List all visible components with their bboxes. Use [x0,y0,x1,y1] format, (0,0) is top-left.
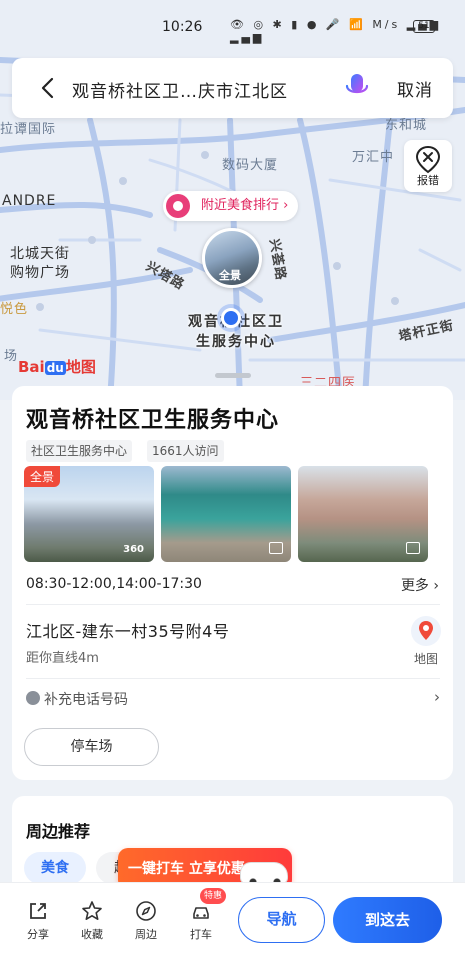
chevron-left-icon [41,77,54,99]
taxi-label: 打车 [190,928,212,941]
360-icon: 360 [123,544,144,555]
compass-icon [136,901,156,921]
panorama-tag: 全景 [219,269,241,282]
microphone-icon[interactable] [342,72,372,104]
camera-icon [406,542,420,554]
poi-title: 观音桥社区卫生服务中心 [26,408,280,433]
map-label: 拉谭国际 [0,122,57,137]
favorite-label: 收藏 [81,928,103,941]
map-label: 北城天街 [10,246,70,262]
net-speed: M/s [372,18,401,31]
category-tag: 社区卫生服务中心 [26,440,133,462]
go-here-button[interactable]: 到这去 [333,897,442,943]
chip-food[interactable]: 美食 [24,852,86,884]
taxi-discount-badge: 特惠 [200,888,227,904]
status-time: 10:26 [162,19,203,35]
panorama-tag: 全景 [24,466,61,487]
baidu-map-logo: Bai du 地图 [18,358,96,376]
opening-hours: 08:30-12:00,14:00-17:30 [26,576,202,592]
map-label: 万汇中 [352,150,395,165]
nearby-button[interactable]: 周边 [126,900,166,942]
taxi-button[interactable]: 打车 [181,900,221,942]
favorite-button[interactable]: 收藏 [72,900,112,942]
map-label: 购物广场 [10,265,70,281]
poi-photo-panorama[interactable]: 全景 360 [24,466,154,562]
phone-icon [26,691,40,705]
status-bar: 10:26 👁 ◎ ✱ ▮ ● 🎤 📶 M/s ▂▄▆ ▂▄▆ 51 [0,0,465,52]
star-icon [82,901,102,920]
navigate-button[interactable]: 导航 [238,897,325,943]
nearby-label: 周边 [135,928,157,941]
parking-button[interactable]: 停车场 [24,728,159,766]
camera-icon [269,542,283,554]
map-pin-icon [411,616,441,646]
poi-address[interactable]: 江北区-建东一村35号附4号 [26,618,229,642]
map-button[interactable]: 地图 [408,614,444,666]
share-label: 分享 [27,928,49,941]
poi-detail-card: 观音桥社区卫生服务中心 社区卫生服务中心 1661人访问 全景 360 08:3… [12,386,453,780]
nearby-title: 周边推荐 [26,822,91,841]
map-label: 场 [4,349,19,364]
add-phone-row[interactable]: 补充电话号码 › [26,688,440,710]
poi-photo[interactable] [298,466,428,562]
visit-count-tag: 1661人访问 [147,440,224,462]
more-hours-link[interactable]: 更多 › [401,575,439,595]
share-button[interactable]: 分享 [18,900,58,942]
panorama-bubble[interactable]: 全景 [202,228,262,288]
share-icon [30,903,46,919]
ranking-icon [166,194,190,218]
add-phone-label: 补充电话号码 [44,692,128,708]
map-label: 数码大厦 [222,158,279,173]
map-button-label: 地图 [413,652,438,666]
divider [26,604,440,605]
divider [26,678,440,679]
map-view[interactable]: 东和城 数码大厦 万汇中 拉谭国际 ANDRE 北城天街 购物广场 悦色 场 兴… [0,0,465,400]
search-query[interactable]: 观音桥社区卫…庆市江北区 [72,77,288,102]
back-button[interactable] [34,74,62,102]
map-label: 悦色 [0,302,29,317]
chevron-right-icon: › [434,688,440,706]
cancel-button[interactable]: 取消 [397,76,433,101]
poi-photo[interactable] [161,466,291,562]
battery-icon: 51 [413,20,435,33]
car-icon [240,862,288,886]
error-report-label: 报错 [417,174,439,187]
poi-distance: 距你直线4m [26,651,99,666]
search-bar[interactable]: 观音桥社区卫…庆市江北区 取消 [12,58,453,118]
location-dot [221,308,241,328]
map-label: ANDRE [2,193,57,209]
drag-handle[interactable] [215,373,251,378]
food-ranking-button[interactable]: 附近美食排行 › [163,191,299,221]
error-report-button[interactable]: 报错 [404,140,452,192]
food-ranking-label: 附近美食排行 › [201,198,289,213]
